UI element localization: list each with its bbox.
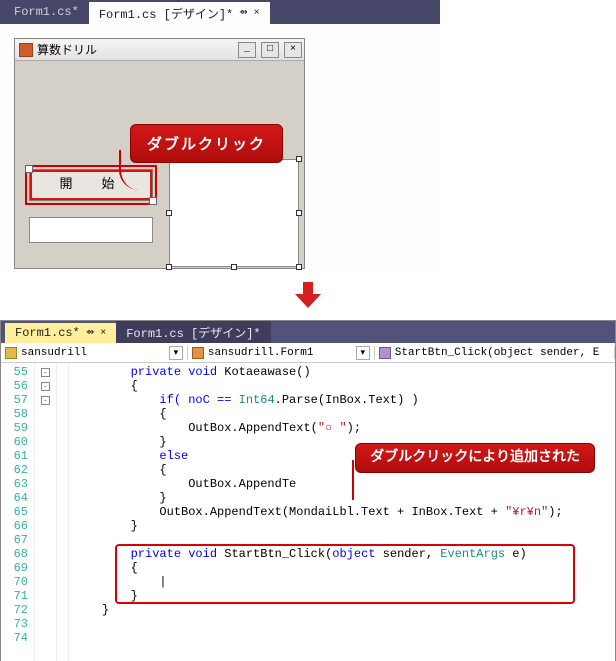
code-text[interactable]: private void Kotaeawase() { if( noC == I… (69, 363, 615, 661)
navigation-bar: sansudrill ▾ sansudrill.Form1 ▾ StartBtn… (1, 343, 615, 363)
tab-form1-design[interactable]: Form1.cs [デザイン]* ⇴ × (89, 2, 270, 24)
method-dropdown[interactable]: StartBtn_Click(object sender, E (375, 347, 615, 359)
tab-form1-design[interactable]: Form1.cs [デザイン]* (116, 321, 270, 343)
callout-added-by-doubleclick: ダブルクリックにより追加された (355, 443, 595, 473)
form-title: 算数ドリル (37, 41, 233, 58)
output-listview[interactable] (169, 159, 299, 267)
nav-namespace: sansudrill (21, 347, 87, 359)
nav-class: sansudrill.Form1 (208, 347, 314, 359)
input-textbox[interactable] (29, 217, 153, 243)
class-icon (192, 347, 204, 359)
tab-label: Form1.cs [デザイン]* (99, 5, 233, 22)
fold-gutter: - - - (35, 363, 57, 661)
nav-method: StartBtn_Click(object sender, E (395, 347, 600, 359)
form-titlebar[interactable]: 算数ドリル _ □ × (15, 39, 304, 61)
code-area[interactable]: 55 56 57 58 59 60 61 62 63 64 65 66 67 6… (1, 363, 615, 661)
marker-gutter (57, 363, 69, 661)
close-icon[interactable]: × (100, 328, 106, 339)
minimize-button[interactable]: _ (238, 42, 256, 58)
maximize-button[interactable]: □ (261, 42, 279, 58)
code-editor-panel: Form1.cs* ⇴ × Form1.cs [デザイン]* sansudril… (0, 320, 616, 661)
tab-form1-code[interactable]: Form1.cs* ⇴ × (5, 323, 116, 343)
tab-label: Form1.cs* (14, 5, 79, 19)
resize-handle[interactable] (166, 210, 172, 216)
down-arrow-icon (0, 270, 616, 320)
callout-double-click: ダブルクリック (130, 124, 283, 163)
class-dropdown[interactable]: sansudrill.Form1 ▾ (188, 346, 375, 360)
chevron-down-icon[interactable]: ▾ (356, 346, 370, 360)
fold-toggle[interactable]: - (41, 368, 50, 377)
tab-form1-code[interactable]: Form1.cs* (4, 0, 89, 24)
designer-surface[interactable]: 算数ドリル _ □ × 開 始 ダブルクリック (0, 24, 440, 270)
method-icon (379, 347, 391, 359)
fold-toggle[interactable]: - (41, 382, 50, 391)
pin-icon[interactable]: ⇴ (86, 327, 94, 339)
namespace-dropdown[interactable]: sansudrill ▾ (1, 346, 188, 360)
designer-tabbar: Form1.cs* Form1.cs [デザイン]* ⇴ × (0, 0, 440, 24)
resize-handle[interactable] (231, 264, 237, 270)
tab-label: Form1.cs [デザイン]* (126, 324, 260, 341)
designer-panel: Form1.cs* Form1.cs [デザイン]* ⇴ × 算数ドリル _ □… (0, 0, 440, 270)
line-number-gutter: 55 56 57 58 59 60 61 62 63 64 65 66 67 6… (1, 363, 35, 661)
close-button[interactable]: × (284, 42, 302, 58)
tab-label: Form1.cs* (15, 326, 80, 340)
csharp-icon (5, 347, 17, 359)
close-icon[interactable]: × (254, 8, 260, 19)
pin-icon[interactable]: ⇴ (239, 7, 247, 19)
resize-handle[interactable] (296, 264, 302, 270)
fold-toggle[interactable]: - (41, 396, 50, 405)
form-icon (19, 43, 33, 57)
code-tabbar: Form1.cs* ⇴ × Form1.cs [デザイン]* (1, 321, 615, 343)
resize-handle[interactable] (166, 264, 172, 270)
resize-handle[interactable] (296, 156, 302, 162)
chevron-down-icon[interactable]: ▾ (169, 346, 183, 360)
resize-handle[interactable] (296, 210, 302, 216)
form-body[interactable]: 開 始 (15, 61, 304, 268)
